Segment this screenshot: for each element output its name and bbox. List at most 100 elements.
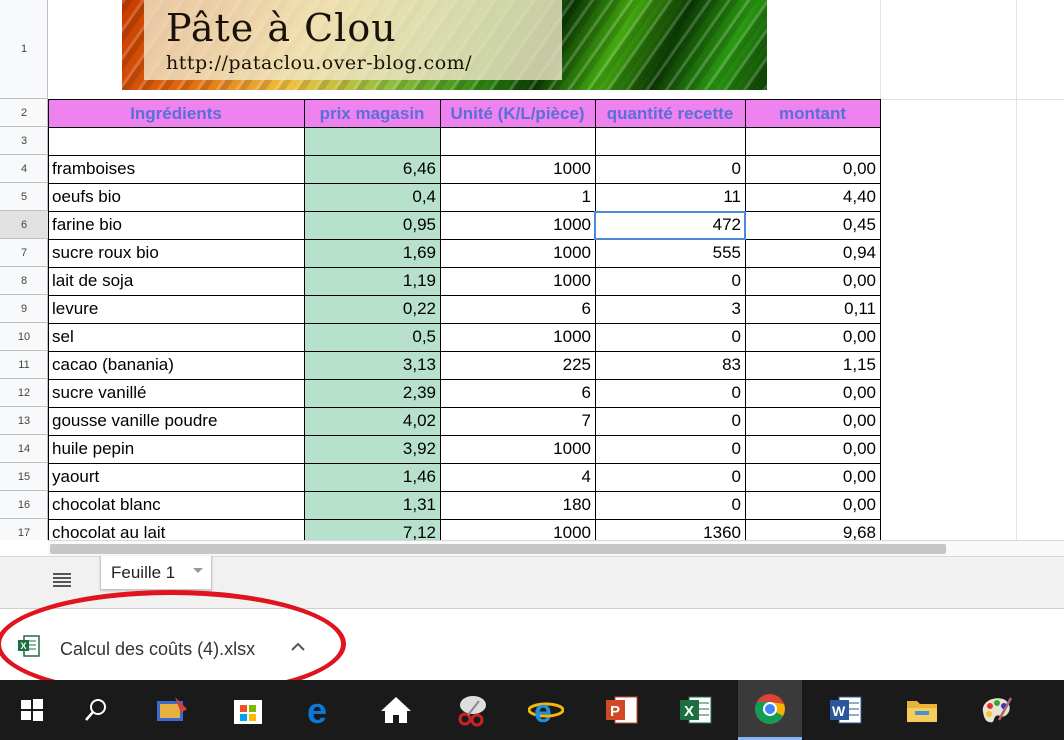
- cell-montant[interactable]: 0,00: [745, 379, 880, 407]
- snipping-tool-icon[interactable]: [440, 680, 504, 740]
- cell-unite[interactable]: 6: [440, 295, 595, 323]
- cell-unite[interactable]: 1: [440, 183, 595, 211]
- row-number[interactable]: 13: [0, 407, 48, 435]
- cell-quantite[interactable]: 0: [595, 491, 745, 519]
- cell-unite[interactable]: 1000: [440, 211, 595, 239]
- cell-prix[interactable]: 0,5: [304, 323, 440, 351]
- edge-icon[interactable]: e: [290, 680, 354, 740]
- cell-quantite[interactable]: 11: [595, 183, 745, 211]
- word-icon[interactable]: W: [814, 680, 878, 740]
- cell-ingredient[interactable]: cacao (banania): [48, 351, 304, 379]
- cell-quantite[interactable]: 0: [595, 407, 745, 435]
- sheet-tab-feuille-1[interactable]: Feuille 1: [100, 556, 212, 590]
- cell-quantite[interactable]: 555: [595, 239, 745, 267]
- cell-montant[interactable]: 0,00: [745, 323, 880, 351]
- header-ingredients[interactable]: Ingrédients: [48, 100, 304, 127]
- file-explorer-icon[interactable]: [890, 680, 954, 740]
- cell-unite[interactable]: 1000: [440, 239, 595, 267]
- row-number[interactable]: 2: [0, 99, 48, 127]
- row-number[interactable]: 16: [0, 491, 48, 519]
- search-icon[interactable]: [64, 680, 128, 740]
- cell-unite[interactable]: 1000: [440, 435, 595, 463]
- header-montant[interactable]: montant: [745, 100, 880, 127]
- row-number[interactable]: 6: [0, 211, 48, 239]
- media-app-icon[interactable]: [140, 680, 204, 740]
- cell-quantite[interactable]: 3: [595, 295, 745, 323]
- cell-unite[interactable]: 1000: [440, 267, 595, 295]
- excel-icon[interactable]: X: [664, 680, 728, 740]
- cell-ingredient[interactable]: farine bio: [48, 211, 304, 239]
- cell-montant[interactable]: 0,00: [745, 267, 880, 295]
- row-number[interactable]: 5: [0, 183, 48, 211]
- cell-quantite[interactable]: 0: [595, 267, 745, 295]
- cell-unite[interactable]: 1000: [440, 323, 595, 351]
- scrollbar-thumb[interactable]: [50, 544, 946, 554]
- cell-unite[interactable]: 1000: [440, 155, 595, 183]
- cell-montant[interactable]: 9,68: [745, 519, 880, 540]
- windows-start-icon[interactable]: [0, 680, 64, 740]
- row-number[interactable]: 14: [0, 435, 48, 463]
- horizontal-scrollbar[interactable]: [48, 540, 1064, 556]
- cell-prix[interactable]: 0,4: [304, 183, 440, 211]
- cell-montant[interactable]: 4,40: [745, 183, 880, 211]
- cell-unite[interactable]: 7: [440, 407, 595, 435]
- cell-quantite[interactable]: 1360: [595, 519, 745, 540]
- row-number[interactable]: 1: [0, 0, 48, 99]
- cell-prix[interactable]: 3,13: [304, 351, 440, 379]
- paint-icon[interactable]: [964, 680, 1028, 740]
- header-prix-magasin[interactable]: prix magasin: [304, 100, 440, 127]
- cell-prix[interactable]: 6,46: [304, 155, 440, 183]
- cell-ingredient[interactable]: sucre vanillé: [48, 379, 304, 407]
- cell-unite[interactable]: 1000: [440, 519, 595, 540]
- cell-prix[interactable]: 1,19: [304, 267, 440, 295]
- cell-unite[interactable]: 6: [440, 379, 595, 407]
- cell-unite[interactable]: 180: [440, 491, 595, 519]
- cell-montant[interactable]: 0,00: [745, 463, 880, 491]
- selected-cell[interactable]: [594, 211, 746, 240]
- cell-ingredient[interactable]: lait de soja: [48, 267, 304, 295]
- cell-prix[interactable]: 1,69: [304, 239, 440, 267]
- cell-montant[interactable]: 0,45: [745, 211, 880, 239]
- cell-montant[interactable]: 1,15: [745, 351, 880, 379]
- cell-montant[interactable]: 0,00: [745, 155, 880, 183]
- cell-quantite[interactable]: 0: [595, 463, 745, 491]
- cell-ingredient[interactable]: sel: [48, 323, 304, 351]
- row-number[interactable]: 15: [0, 463, 48, 491]
- row-number[interactable]: 11: [0, 351, 48, 379]
- row-number[interactable]: 4: [0, 155, 48, 183]
- cell-montant[interactable]: 0,00: [745, 407, 880, 435]
- cell-ingredient[interactable]: chocolat blanc: [48, 491, 304, 519]
- cell-prix[interactable]: 1,31: [304, 491, 440, 519]
- row-number[interactable]: 10: [0, 323, 48, 351]
- home-icon[interactable]: [364, 680, 428, 740]
- powerpoint-icon[interactable]: P: [590, 680, 654, 740]
- row-number[interactable]: 9: [0, 295, 48, 323]
- cell-prix[interactable]: 3,92: [304, 435, 440, 463]
- cell-quantite[interactable]: 0: [595, 155, 745, 183]
- header-unite[interactable]: Unité (K/L/pièce): [440, 100, 595, 127]
- row-number[interactable]: 17: [0, 519, 48, 540]
- internet-explorer-icon[interactable]: e: [514, 680, 578, 740]
- header-quantite-recette[interactable]: quantité recette: [595, 100, 745, 127]
- cell-ingredient[interactable]: yaourt: [48, 463, 304, 491]
- cell-quantite[interactable]: 0: [595, 379, 745, 407]
- cell-prix[interactable]: 4,02: [304, 407, 440, 435]
- cell-prix[interactable]: 2,39: [304, 379, 440, 407]
- row-number[interactable]: 12: [0, 379, 48, 407]
- cell-ingredient[interactable]: gousse vanille poudre: [48, 407, 304, 435]
- cell-quantite[interactable]: 0: [595, 323, 745, 351]
- cell-quantite[interactable]: 83: [595, 351, 745, 379]
- download-filename[interactable]: Calcul des coûts (4).xlsx: [60, 639, 255, 660]
- cell-ingredient[interactable]: oeufs bio: [48, 183, 304, 211]
- cell-ingredient[interactable]: framboises: [48, 155, 304, 183]
- pate-a-clou-banner-image[interactable]: Pâte à Clou http://pataclou.over-blog.co…: [122, 0, 767, 90]
- cell-unite[interactable]: 225: [440, 351, 595, 379]
- cell-montant[interactable]: 0,00: [745, 435, 880, 463]
- cell-prix[interactable]: 1,46: [304, 463, 440, 491]
- cell-prix[interactable]: 0,95: [304, 211, 440, 239]
- cell-ingredient[interactable]: levure: [48, 295, 304, 323]
- cell-montant[interactable]: 0,94: [745, 239, 880, 267]
- chrome-icon[interactable]: [738, 680, 802, 740]
- sheet-tab-dropdown-icon[interactable]: [193, 568, 203, 573]
- cell-prix[interactable]: 7,12: [304, 519, 440, 540]
